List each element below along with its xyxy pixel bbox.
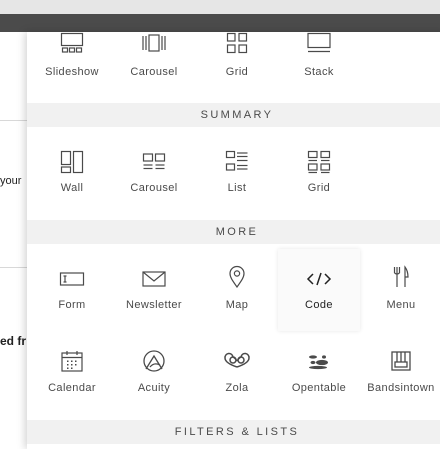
block-stack[interactable]: Stack — [274, 32, 364, 104]
block-label: Carousel — [130, 66, 178, 78]
block-map[interactable]: Map — [192, 249, 282, 331]
block-label: Stack — [304, 66, 334, 78]
list-icon — [192, 149, 282, 175]
section-filters-lists: FILTERS & LISTS — [27, 420, 440, 444]
summary-row: Wall Carousel List Grid — [27, 128, 440, 210]
block-slideshow[interactable]: Slideshow — [27, 32, 117, 104]
block-calendar[interactable]: Calendar — [27, 335, 117, 417]
block-form[interactable]: Form — [27, 249, 117, 331]
block-label: Menu — [386, 299, 416, 311]
block-label: Code — [305, 299, 333, 311]
calendar-icon — [27, 348, 117, 374]
zola-icon — [192, 348, 282, 374]
block-label: Calendar — [48, 382, 96, 394]
block-opentable[interactable]: Opentable — [274, 335, 364, 417]
block-summary-carousel[interactable]: Carousel — [109, 128, 199, 210]
block-menu[interactable]: Menu — [356, 249, 440, 331]
block-label: Form — [58, 299, 86, 311]
block-label: Slideshow — [45, 66, 99, 78]
block-zola[interactable]: Zola — [192, 335, 282, 417]
block-label: Zola — [225, 382, 249, 394]
acuity-icon — [109, 348, 199, 374]
block-label: Acuity — [137, 382, 171, 394]
block-newsletter[interactable]: Newsletter — [109, 249, 199, 331]
block-label: Carousel — [130, 182, 178, 194]
code-icon — [278, 266, 360, 292]
block-label: Wall — [60, 182, 84, 194]
bandsintown-icon — [356, 348, 440, 374]
section-summary: SUMMARY — [27, 103, 440, 127]
block-label: Map — [225, 299, 249, 311]
block-label: List — [227, 182, 247, 194]
stack-icon — [274, 32, 364, 56]
slideshow-icon — [27, 32, 117, 56]
block-code[interactable]: Code — [278, 249, 360, 331]
block-label: Grid — [225, 66, 249, 78]
summary-grid-icon — [274, 149, 364, 175]
more-row-1: Form Newsletter Map Code Menu — [27, 249, 440, 331]
block-summary-grid[interactable]: Grid — [274, 128, 364, 210]
block-bandsintown[interactable]: Bandsintown — [356, 335, 440, 417]
wall-icon — [27, 149, 117, 175]
background-text: ed fr — [0, 334, 27, 348]
summary-carousel-icon — [109, 149, 199, 175]
grid-icon — [192, 32, 282, 56]
block-label: Bandsintown — [367, 382, 435, 394]
top-strip — [0, 0, 440, 14]
block-summary-list[interactable]: List — [192, 128, 282, 210]
more-row-2: Calendar Acuity Zola Opentable Bandsinto… — [27, 335, 440, 417]
menu-icon — [356, 264, 440, 290]
carousel-icon — [109, 32, 199, 56]
editor-top-bar — [0, 14, 440, 32]
block-summary-wall[interactable]: Wall — [27, 128, 117, 210]
add-block-menu: Slideshow Carousel Grid Stack SUMMARY Wa… — [27, 32, 440, 449]
map-pin-icon — [192, 264, 282, 290]
block-label: Opentable — [291, 382, 347, 394]
section-more: MORE — [27, 220, 440, 244]
block-grid[interactable]: Grid — [192, 32, 282, 104]
block-acuity[interactable]: Acuity — [109, 335, 199, 417]
block-carousel[interactable]: Carousel — [109, 32, 199, 104]
opentable-icon — [274, 348, 364, 374]
background-text: your — [0, 175, 22, 187]
newsletter-icon — [109, 266, 199, 292]
gallery-row: Slideshow Carousel Grid Stack — [27, 32, 440, 104]
block-label: Grid — [307, 182, 331, 194]
form-icon — [27, 266, 117, 292]
block-label: Newsletter — [126, 299, 182, 311]
